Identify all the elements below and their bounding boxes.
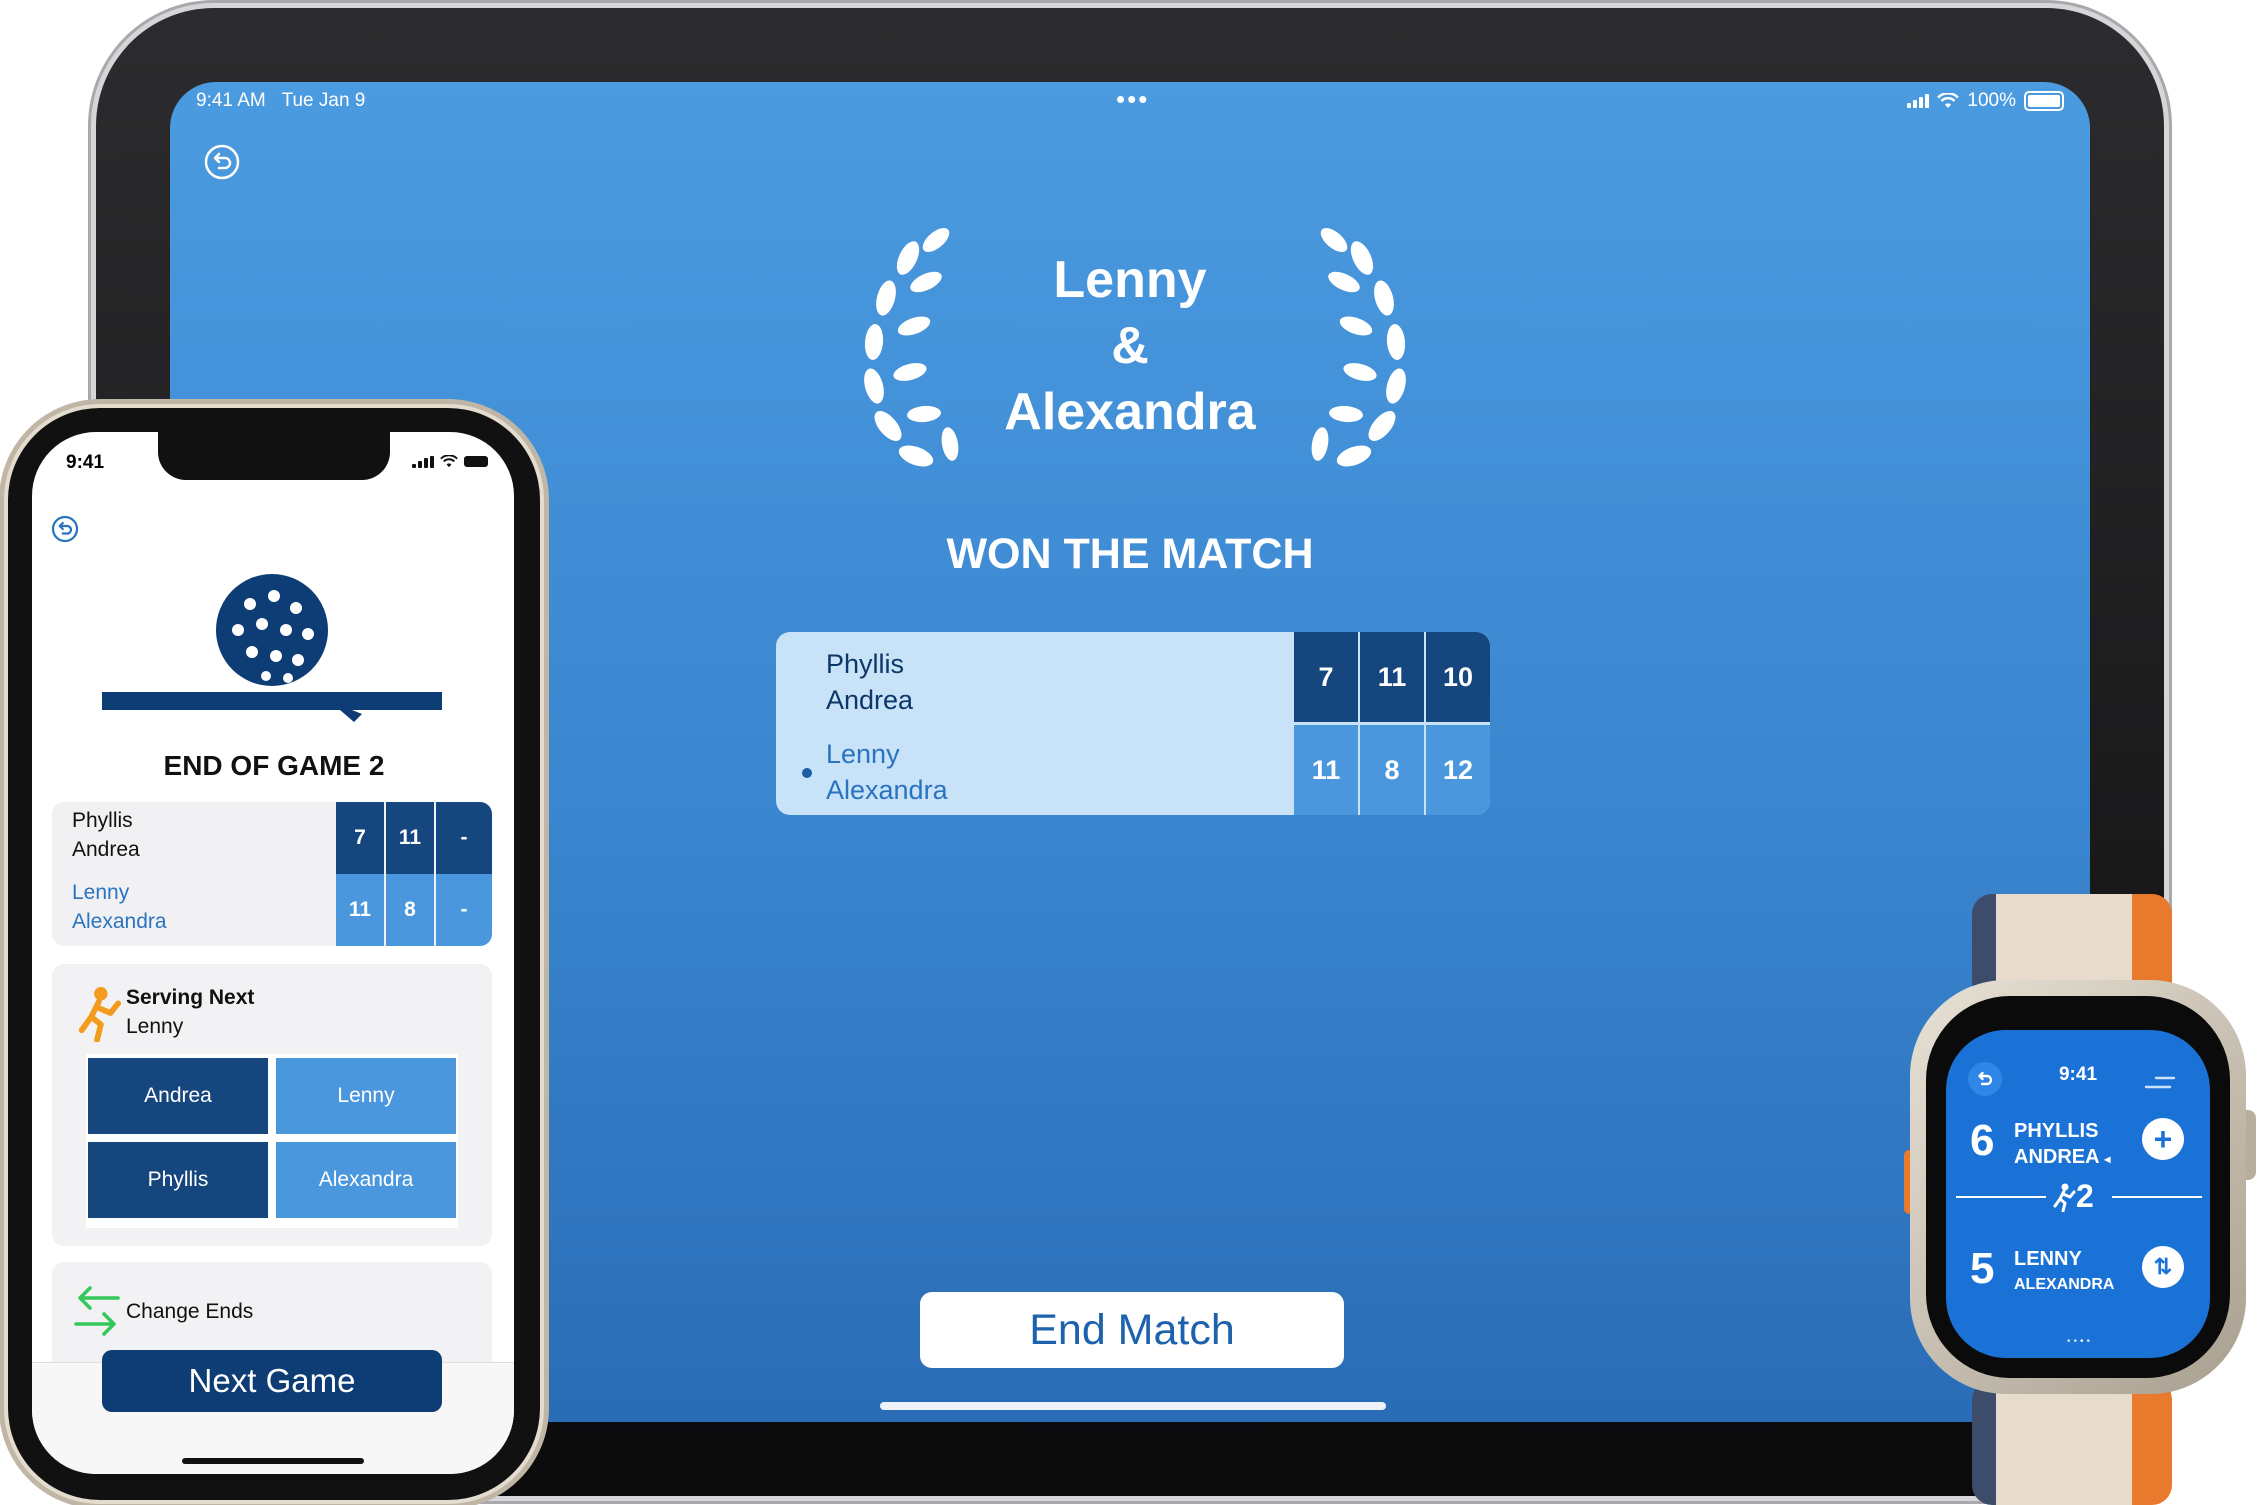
home-indicator[interactable]: [182, 1458, 364, 1464]
team1-player2: ANDREA ◂: [2014, 1146, 2111, 1168]
team2-score: 5: [1970, 1244, 1995, 1293]
pickleball-icon: [102, 574, 442, 722]
team2-names: Lenny Alexandra: [826, 736, 948, 808]
iphone-screen: 9:41 END OF GAME 2 Phyllis Andrea Lenny …: [32, 432, 514, 1474]
team2-player1: Lenny: [826, 739, 900, 769]
team2-player2: Alexandra: [826, 775, 948, 805]
score-cell: -: [436, 874, 492, 946]
team1-names: Phyllis Andrea: [826, 646, 913, 718]
notch: [158, 432, 390, 480]
court-player-bottom-left[interactable]: Phyllis: [88, 1142, 268, 1218]
score-cell: 11: [1294, 725, 1358, 815]
score-cell: -: [436, 802, 492, 874]
team1-player2: Andrea: [72, 838, 140, 861]
watch-screen: 9:41 6 PHYLLIS ANDREA ◂ + 2 5 LENNY ALEX…: [1946, 1030, 2210, 1358]
score-cell: 7: [336, 802, 384, 874]
home-indicator[interactable]: [880, 1402, 1386, 1410]
iphone-status-time: 9:41: [66, 452, 105, 473]
team2-player1: LENNY: [2014, 1248, 2082, 1270]
server-player-icon: [78, 987, 122, 1042]
serving-team-dot: [802, 768, 812, 778]
next-game-button[interactable]: Next Game: [102, 1350, 442, 1412]
score-cell: 11: [386, 802, 434, 874]
undo-icon[interactable]: [202, 142, 242, 182]
score-cell: 8: [386, 874, 434, 946]
page-dots-icon[interactable]: ••••: [2052, 1336, 2108, 1347]
signal-icon: [412, 454, 434, 468]
team1-names: Phyllis Andrea: [72, 806, 140, 864]
end-of-game-title: END OF GAME 2: [163, 750, 385, 781]
winner-line-2: &: [1111, 317, 1149, 375]
team1-player1: Phyllis: [72, 809, 133, 832]
divider: [2112, 1196, 2202, 1198]
plus-icon[interactable]: +: [2142, 1118, 2184, 1160]
score-cell: 7: [1294, 632, 1358, 722]
team1-player1: PHYLLIS: [2014, 1120, 2099, 1142]
team2-player2: ALEXANDRA: [2014, 1276, 2115, 1293]
signal-icon: [1907, 94, 1930, 108]
team1-names: PHYLLIS ANDREA ◂: [2014, 1118, 2110, 1172]
multitasking-dots-icon[interactable]: •••: [1116, 84, 1149, 115]
battery-icon: [464, 455, 488, 467]
won-the-match-label: WON THE MATCH: [946, 530, 1314, 578]
server-player-icon: [2053, 1183, 2076, 1212]
team1-score: 6: [1970, 1116, 1995, 1165]
team1-player2: Andrea: [826, 685, 914, 715]
team2-player2: Alexandra: [72, 910, 167, 933]
score-cell: 11: [1360, 632, 1424, 722]
match-scoreboard: Phyllis Andrea Lenny Alexandra 7 11 10 1…: [776, 632, 1490, 815]
serving-next-label: Serving Next: [126, 986, 255, 1009]
iphone-status-icons: [412, 454, 488, 468]
switch-icon[interactable]: ⇅: [2142, 1246, 2184, 1288]
court-player-top-left[interactable]: Andrea: [88, 1058, 268, 1134]
battery-icon: [2024, 91, 2064, 111]
server-number: 2: [2076, 1178, 2094, 1214]
game-scoreboard: Phyllis Andrea Lenny Alexandra 7 11 - 11…: [52, 802, 492, 946]
menu-lines-icon[interactable]: [2142, 1074, 2176, 1094]
court-player-top-right[interactable]: Lenny: [276, 1058, 456, 1134]
winner-line-1: Lenny: [1053, 251, 1207, 309]
divider: [1956, 1196, 2046, 1198]
team1-player1: Phyllis: [826, 649, 905, 679]
winner-names: Lenny & Alexandra: [830, 247, 1430, 445]
score-cell: 12: [1426, 725, 1490, 815]
swap-arrows-icon: [74, 1286, 120, 1336]
score-cell: 8: [1360, 725, 1424, 815]
end-match-button[interactable]: End Match: [920, 1292, 1344, 1368]
ipad-status-bar: 9:41 AM Tue Jan 9 ••• 100%: [196, 84, 2064, 120]
score-cell: 10: [1426, 632, 1490, 722]
team2-player1: Lenny: [72, 881, 130, 904]
winner-line-3: Alexandra: [1004, 383, 1256, 441]
team2-names: LENNY ALEXANDRA: [2014, 1246, 2114, 1298]
wifi-icon: [440, 454, 458, 467]
court-layout: Andrea Lenny Phyllis Alexandra: [86, 1054, 458, 1228]
team2-names: Lenny Alexandra: [72, 878, 167, 936]
serving-next-name: Lenny: [126, 1015, 184, 1038]
change-ends-label: Change Ends: [126, 1300, 254, 1323]
battery-percent: 100%: [1967, 90, 2016, 111]
score-cell: 11: [336, 874, 384, 946]
watch-band-bottom: [1972, 1380, 2172, 1505]
undo-icon[interactable]: [50, 514, 80, 544]
ipad-status-time: 9:41 AM Tue Jan 9: [196, 90, 366, 111]
wifi-icon: [1937, 93, 1960, 108]
court-player-bottom-right[interactable]: Alexandra: [276, 1142, 456, 1218]
